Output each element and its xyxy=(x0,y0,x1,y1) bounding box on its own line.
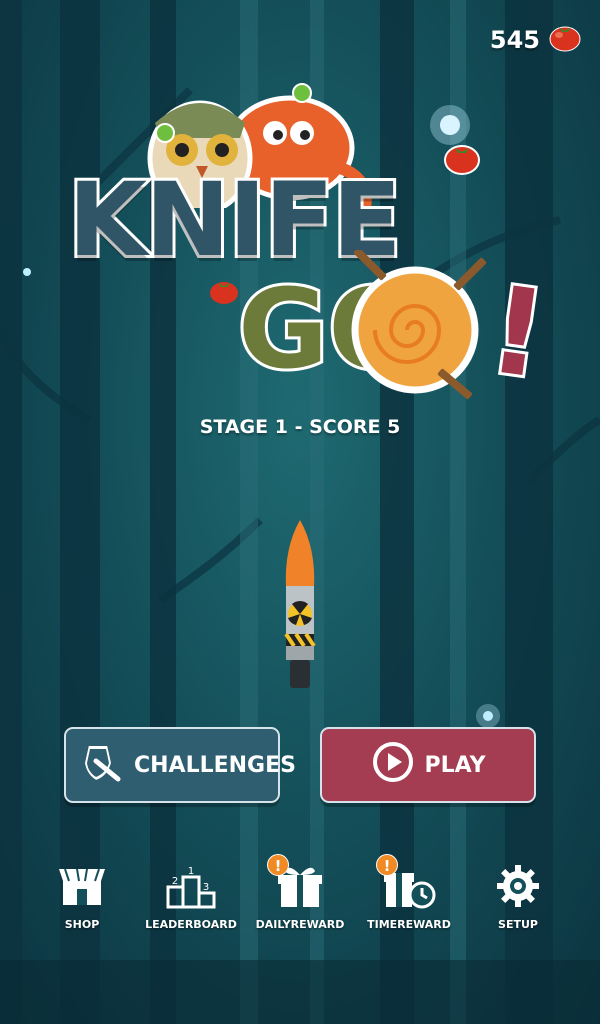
wood-target-icon xyxy=(351,250,487,400)
nav-setup[interactable]: SETUP xyxy=(463,860,573,931)
podium-icon: 1 2 3 xyxy=(166,866,216,909)
stage-score-label: STAGE 1 - SCORE 5 xyxy=(199,416,401,438)
play-label: PLAY xyxy=(424,752,486,778)
nav-setup-label: SETUP xyxy=(498,918,538,931)
game-main-menu: 545 KNIFE GO ! STAGE 1 - SCORE 5 CHALLEN… xyxy=(0,0,600,1024)
nav-leaderboard-label: LEADERBOARD xyxy=(145,918,237,931)
nav-time-reward-label: TIMEREWARD xyxy=(367,918,451,931)
tomato-icon xyxy=(210,282,238,304)
play-button[interactable]: PLAY xyxy=(320,727,536,803)
bottom-nav: SHOP 1 2 3 LEADERBOARD ! DAILYREWARD ! T… xyxy=(0,854,600,940)
nav-time-reward[interactable]: ! TIMEREWARD xyxy=(354,854,464,931)
coin-count: 545 xyxy=(489,26,540,54)
nav-shop[interactable]: SHOP xyxy=(27,860,137,931)
gear-icon xyxy=(497,865,539,907)
nav-daily-reward[interactable]: ! DAILYREWARD xyxy=(245,854,355,931)
nuclear-knife-icon xyxy=(284,520,316,688)
shop-icon xyxy=(59,868,105,905)
play-icon xyxy=(371,740,415,790)
logo-exclamation: ! xyxy=(478,258,558,409)
coin-counter: 545 xyxy=(490,22,582,58)
nav-shop-label: SHOP xyxy=(64,918,100,931)
svg-text:3: 3 xyxy=(203,882,209,893)
notification-badge: ! xyxy=(376,854,398,876)
tomato-icon xyxy=(548,22,582,58)
svg-text:1: 1 xyxy=(188,866,194,877)
nav-leaderboard[interactable]: 1 2 3 LEADERBOARD xyxy=(136,860,246,931)
tomato-icon xyxy=(444,145,480,175)
notification-badge: ! xyxy=(267,854,289,876)
challenges-button[interactable]: CHALLENGES xyxy=(64,727,296,803)
svg-text:2: 2 xyxy=(172,876,178,887)
shield-knife-icon xyxy=(78,739,124,791)
game-logo: KNIFE GO ! xyxy=(40,78,560,409)
challenges-label: CHALLENGES xyxy=(134,752,296,778)
nav-daily-reward-label: DAILYREWARD xyxy=(255,918,345,931)
